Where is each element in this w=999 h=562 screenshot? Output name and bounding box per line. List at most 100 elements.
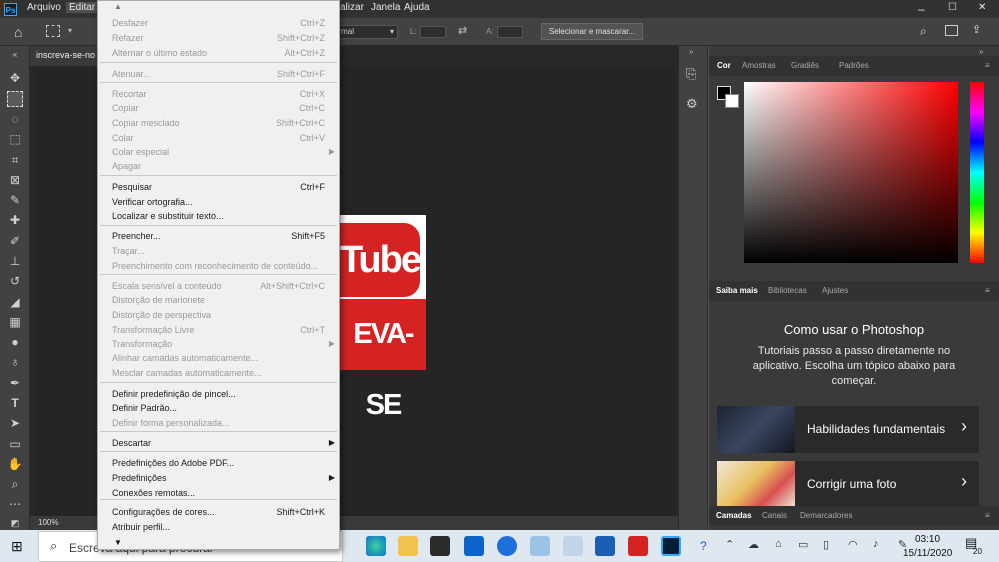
more-tools-icon[interactable]: ⋯ <box>7 496 23 512</box>
menu-item[interactable]: Descartar ▶ <box>98 436 339 450</box>
menu-arquivo[interactable]: Arquivo <box>27 2 61 13</box>
battery-icon[interactable]: ▭ <box>798 538 808 551</box>
minimize-button[interactable]: – <box>918 2 925 16</box>
background-swatch[interactable] <box>725 94 739 108</box>
eraser-tool-icon[interactable]: ◢ <box>7 294 23 310</box>
home-icon[interactable]: ⌂ <box>14 24 22 40</box>
pencil-app-icon[interactable] <box>530 536 550 556</box>
color-swatch-icon[interactable]: ◩ <box>7 515 23 531</box>
menu-ajuda[interactable]: Ajuda <box>404 2 430 13</box>
photoshop-taskbar-icon[interactable] <box>661 536 681 556</box>
hand-tool-icon[interactable]: ✋ <box>7 456 23 472</box>
collapse-dock-icon[interactable]: » <box>979 47 983 56</box>
blur-tool-icon[interactable]: ● <box>7 334 23 350</box>
menu-visualizar[interactable]: alizar <box>340 2 364 13</box>
path-select-tool-icon[interactable]: ➤ <box>7 415 23 431</box>
cloud-icon[interactable]: ☁ <box>748 538 759 551</box>
tab-gradientes[interactable]: Gradiês <box>791 61 819 70</box>
pen-tool-icon[interactable]: ✒ <box>7 375 23 391</box>
volume-icon[interactable]: ♪ <box>873 538 879 550</box>
panel-menu-icon[interactable]: ≡ <box>985 61 990 70</box>
windows-start-icon[interactable]: ⊞ <box>11 538 23 555</box>
panel-menu-icon[interactable]: ≡ <box>985 286 990 295</box>
select-mask-button[interactable]: Selecionar e mascarar... <box>541 23 643 40</box>
menu-item[interactable]: Conexões remotas... <box>98 486 339 500</box>
tab-demarcadores[interactable]: Demarcadores <box>800 511 852 520</box>
brush-tool-icon[interactable]: ✐ <box>7 233 23 249</box>
lasso-tool-icon[interactable]: ◌ <box>7 111 23 127</box>
menu-item[interactable]: Verificar ortografia... <box>98 195 339 209</box>
swap-icon[interactable]: ⇄ <box>458 24 467 37</box>
workspace-icon[interactable] <box>945 25 958 36</box>
bag-icon[interactable]: ⌂ <box>775 538 782 550</box>
menu-item[interactable]: Localizar e substituir texto... <box>98 209 339 223</box>
dodge-tool-icon[interactable]: ♁ <box>7 354 23 370</box>
type-tool-icon[interactable]: T <box>7 395 23 411</box>
tablet-icon[interactable]: ▯ <box>823 538 829 551</box>
menu-item[interactable]: Predefinições ▶ <box>98 471 339 485</box>
shape-tool-icon[interactable]: ▭ <box>7 436 23 452</box>
clock-date[interactable]: 15/11/2020 <box>903 548 952 559</box>
clock-time[interactable]: 03:10 <box>915 534 940 545</box>
youtube-file-icon[interactable] <box>628 536 648 556</box>
menu-item[interactable]: Definir predefinição de pincel... <box>98 387 339 401</box>
panel-menu-icon[interactable]: ≡ <box>985 511 990 520</box>
menu-item[interactable]: Configurações de cores... Shift+Ctrl+K <box>98 505 339 519</box>
menu-editar[interactable]: Editar <box>66 2 99 13</box>
menu-janela[interactable]: Janela <box>371 2 400 13</box>
store-icon[interactable] <box>430 536 450 556</box>
close-button[interactable]: ✕ <box>978 2 986 13</box>
search-icon[interactable]: ⌕ <box>920 24 927 39</box>
color-field[interactable] <box>744 82 958 263</box>
tab-canais[interactable]: Canais <box>762 511 787 520</box>
menu-item[interactable]: Preencher... Shift+F5 <box>98 229 339 243</box>
menu-item[interactable]: Predefinições do Adobe PDF... <box>98 456 339 470</box>
frame-tool-icon[interactable]: ⊠ <box>7 172 23 188</box>
height-input[interactable] <box>497 26 523 38</box>
card-corrigir[interactable]: Corrigir uma foto › <box>717 461 979 508</box>
collapse-tools-icon[interactable]: « <box>7 47 23 63</box>
menu-item[interactable]: Pesquisar Ctrl+F <box>98 180 339 194</box>
share-icon[interactable]: ⇪ <box>972 23 981 36</box>
document-app-icon[interactable] <box>595 536 615 556</box>
properties-panel-icon[interactable]: ⚙ <box>686 96 698 112</box>
healing-brush-tool-icon[interactable]: ✚ <box>7 212 23 228</box>
chevron-down-icon[interactable]: ▾ <box>68 26 72 35</box>
move-tool-icon[interactable]: ✥ <box>7 70 23 86</box>
expand-panels-icon[interactable]: » <box>689 47 693 56</box>
object-select-tool-icon[interactable]: ⬚ <box>7 131 23 147</box>
history-panel-icon[interactable]: ⎘ <box>686 66 696 82</box>
card-habilidades[interactable]: Habilidades fundamentais › <box>717 406 979 453</box>
gradient-tool-icon[interactable]: ▦ <box>7 314 23 330</box>
outlook-icon[interactable] <box>464 536 484 556</box>
menu-item[interactable]: Atribuir perfil... <box>98 520 339 534</box>
stamp-tool-icon[interactable]: ⊥ <box>7 253 23 269</box>
tab-ajustes[interactable]: Ajustes <box>822 286 848 295</box>
history-brush-tool-icon[interactable]: ↺ <box>7 273 23 289</box>
scroll-down-icon[interactable]: ▼ <box>114 538 122 547</box>
hue-slider[interactable] <box>970 82 984 263</box>
marquee-option-icon[interactable] <box>46 25 60 37</box>
marquee-tool-icon[interactable] <box>7 91 23 107</box>
laptop-app-icon[interactable] <box>563 536 583 556</box>
file-explorer-icon[interactable] <box>398 536 418 556</box>
width-input[interactable] <box>420 26 446 38</box>
app-a-icon[interactable] <box>497 536 517 556</box>
style-select[interactable]: ormal ▾ <box>330 25 398 39</box>
tab-cor[interactable]: Cor <box>717 61 731 70</box>
chevron-up-icon[interactable]: ⌃ <box>725 538 734 551</box>
crop-tool-icon[interactable]: ⌗ <box>7 152 23 168</box>
tab-bibliotecas[interactable]: Bibliotecas <box>768 286 807 295</box>
tab-camadas[interactable]: Camadas <box>716 511 752 520</box>
tab-padroes[interactable]: Padrões <box>839 61 869 70</box>
menu-item[interactable]: Definir Padrão... <box>98 401 339 415</box>
eyedropper-tool-icon[interactable]: ✎ <box>7 192 23 208</box>
wifi-icon[interactable]: ◠ <box>848 538 858 551</box>
scroll-up-icon[interactable]: ▲ <box>114 2 122 11</box>
zoom-tool-icon[interactable]: ⌕ <box>7 476 23 492</box>
help-icon[interactable]: ? <box>700 539 707 553</box>
tab-saiba-mais[interactable]: Saiba mais <box>716 286 758 295</box>
edge-icon[interactable] <box>366 536 386 556</box>
tab-amostras[interactable]: Amostras <box>742 61 776 70</box>
maximize-button[interactable]: ☐ <box>948 2 957 13</box>
